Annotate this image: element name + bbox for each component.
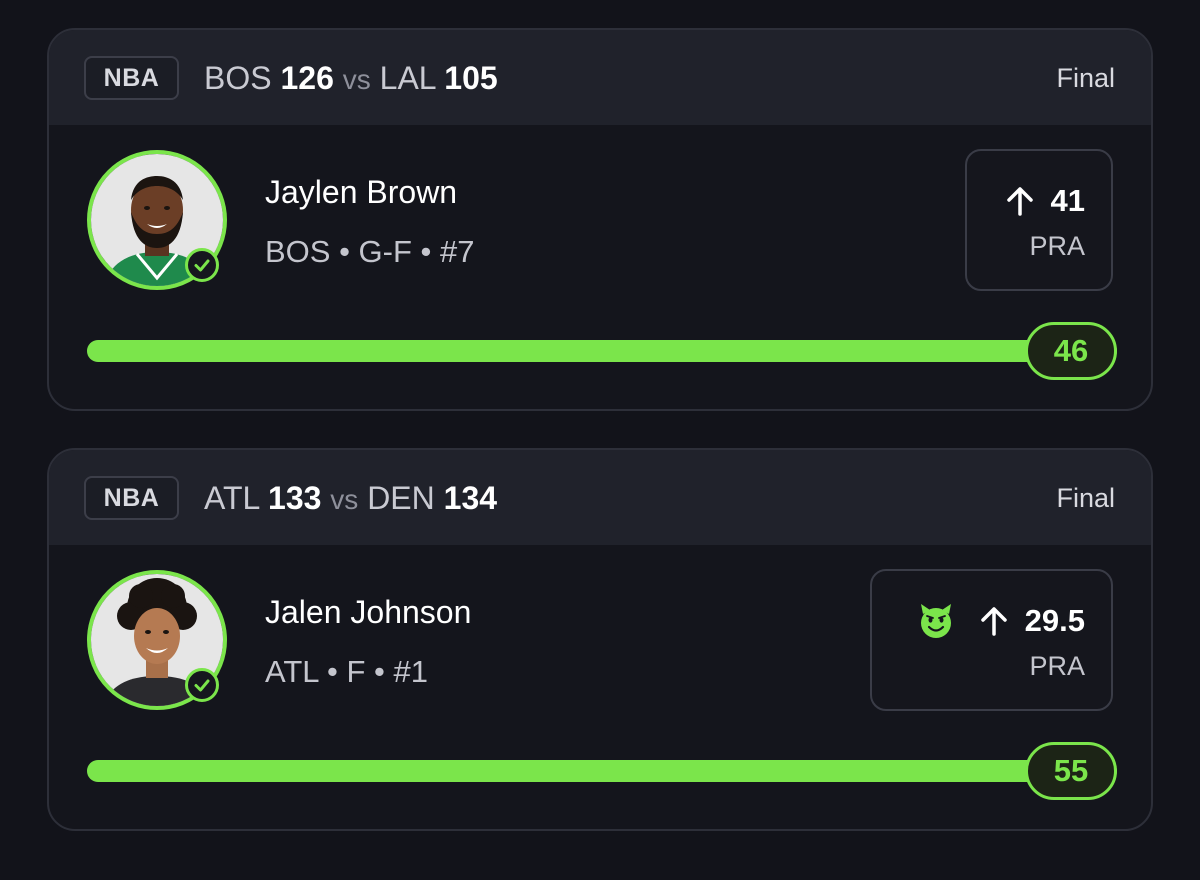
pick-box[interactable]: 41 PRA: [965, 149, 1113, 291]
game-status: Final: [1056, 63, 1115, 93]
pick-line-value: 29.5: [1024, 603, 1085, 638]
check-circle-icon: [185, 668, 219, 702]
away-score: 134: [443, 480, 498, 516]
home-score: 133: [268, 480, 322, 516]
player-meta: ATL • F • #1: [265, 654, 428, 689]
arrow-up-icon: [977, 604, 1011, 638]
pick-stat-label: PRA: [1029, 231, 1085, 261]
card-header: NBA BOS 126 vs LAL 105 Final: [49, 30, 1151, 125]
pick-card[interactable]: NBA ATL 133 vs DEN 134 Final Jalen Johns…: [47, 448, 1153, 831]
progress-track: [87, 340, 1117, 362]
green-devil-emoji-icon: [917, 602, 955, 640]
progress-track: [87, 760, 1117, 782]
player-name[interactable]: Jalen Johnson: [265, 592, 471, 632]
vs-label: vs: [330, 484, 359, 515]
player-name[interactable]: Jaylen Brown: [265, 172, 457, 212]
matchup-score: BOS 126 vs LAL 105: [204, 58, 498, 100]
result-value-pill: 55: [1025, 742, 1117, 800]
player-avatar-wrap[interactable]: [87, 570, 227, 710]
check-circle-icon: [185, 248, 219, 282]
arrow-up-icon: [1003, 184, 1037, 218]
card-header: NBA ATL 133 vs DEN 134 Final: [49, 450, 1151, 545]
away-team: LAL: [379, 60, 436, 96]
progress-fill: [87, 340, 1117, 362]
vs-label: vs: [342, 64, 371, 95]
away-team: DEN: [367, 480, 435, 516]
home-score: 126: [280, 60, 334, 96]
game-status: Final: [1056, 483, 1115, 513]
matchup-score: ATL 133 vs DEN 134: [204, 478, 497, 520]
league-badge: NBA: [84, 476, 179, 520]
player-avatar-wrap[interactable]: [87, 150, 227, 290]
pick-stat-label: PRA: [1029, 651, 1085, 681]
home-team: ATL: [204, 480, 260, 516]
pick-box[interactable]: 29.5 PRA: [870, 569, 1113, 711]
league-badge: NBA: [84, 56, 179, 100]
player-meta: BOS • G-F • #7: [265, 234, 475, 269]
pick-line: 29.5: [917, 601, 1085, 641]
home-team: BOS: [204, 60, 272, 96]
away-score: 105: [444, 60, 498, 96]
pick-card[interactable]: NBA BOS 126 vs LAL 105 Final Jaylen Brow…: [47, 28, 1153, 411]
pick-line-value: 41: [1050, 183, 1085, 218]
progress-fill: [87, 760, 1117, 782]
pick-line: 41: [1003, 181, 1085, 221]
result-value-pill: 46: [1025, 322, 1117, 380]
